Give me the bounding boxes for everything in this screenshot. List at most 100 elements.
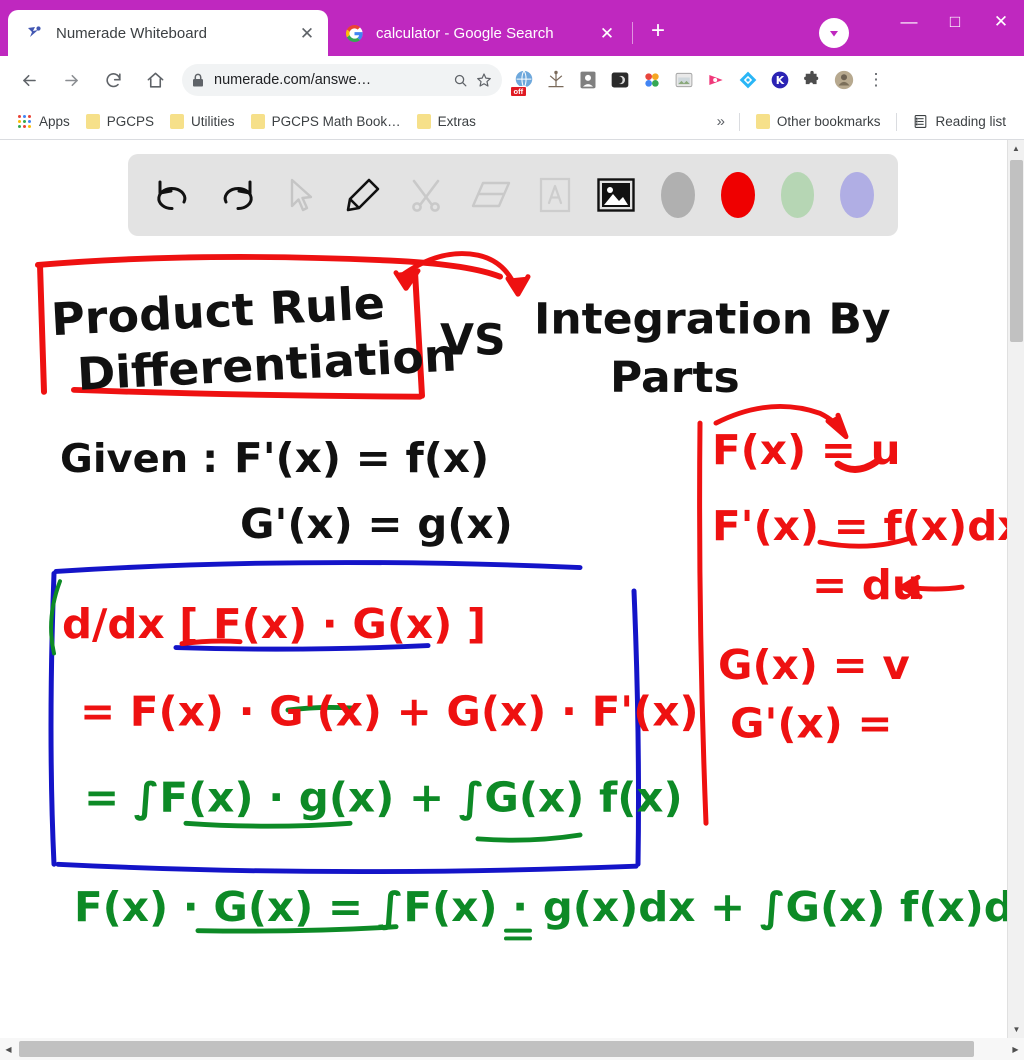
note-title-left-line1: Product Rule (50, 277, 386, 346)
reload-button[interactable] (97, 64, 129, 96)
home-button[interactable] (139, 64, 171, 96)
folder-icon (250, 114, 265, 129)
puzzle-piece-icon[interactable] (796, 64, 828, 96)
note-title-left-line2: Differentiation (76, 329, 458, 401)
play-arrow-icon[interactable] (700, 64, 732, 96)
horizontal-scrollbar-track[interactable] (17, 1038, 1007, 1060)
whiteboard-toolbar (128, 154, 898, 236)
user-avatar-icon[interactable] (828, 64, 860, 96)
bookmark-label: Extras (437, 114, 476, 129)
bookmark-other-bookmarks[interactable]: Other bookmarks (748, 111, 889, 132)
tab-title: calculator - Google Search (376, 24, 554, 42)
note-given-label: Given : (60, 436, 218, 481)
redo-icon[interactable] (218, 173, 258, 217)
tab-close-button[interactable]: ✕ (296, 22, 318, 44)
vertical-scrollbar-thumb[interactable] (1010, 160, 1023, 342)
eraser-icon[interactable] (470, 173, 512, 217)
bookmark-pgcps[interactable]: PGCPS (78, 111, 162, 132)
note-given-line2: G'(x) = g(x) (240, 500, 513, 548)
bookmark-label: PGCPS (106, 114, 155, 129)
new-tab-button[interactable]: + (641, 16, 675, 50)
scroll-up-button[interactable]: ▲ (1008, 140, 1024, 157)
three-dots-icon: ⋮ (867, 70, 885, 89)
tab-close-button[interactable]: ✕ (596, 22, 618, 44)
tab-strip: Numerade Whiteboard ✕ calculator - Googl… (0, 0, 1024, 56)
note-final-line: F(x) · G(x) = ∫F(x) · g(x)dx + ∫G(x) f(x… (74, 882, 1007, 930)
pointer-icon[interactable] (284, 173, 318, 217)
page-content: Product Rule Differentiation VS Integrat… (0, 140, 1024, 1060)
browser-menu-button[interactable]: ⋮ (860, 64, 892, 96)
browser-window: Numerade Whiteboard ✕ calculator - Googl… (0, 0, 1024, 1060)
screen-capture-icon[interactable] (572, 64, 604, 96)
close-window-button[interactable]: ✕ (978, 0, 1024, 44)
scroll-down-button[interactable]: ▼ (1008, 1021, 1024, 1038)
tab-numerade-whiteboard[interactable]: Numerade Whiteboard ✕ (8, 10, 328, 56)
window-controls: — □ ✕ (886, 0, 1024, 44)
divider (896, 112, 898, 131)
folder-icon (170, 114, 185, 129)
google-icon (344, 23, 364, 43)
star-icon[interactable] (476, 72, 492, 88)
folder-icon (416, 114, 431, 129)
horizontal-scrollbar[interactable]: ◀ ▶ (0, 1038, 1024, 1060)
reading-list-button[interactable]: Reading list (905, 111, 1014, 132)
folder-icon (755, 114, 770, 129)
bookmarks-overflow-button[interactable]: » (711, 113, 731, 130)
lock-icon (192, 73, 204, 87)
adblock-off-icon[interactable]: off (508, 64, 540, 97)
window-capture-icon[interactable] (668, 64, 700, 96)
bookmark-label: Utilities (191, 114, 235, 129)
antenna-icon[interactable] (540, 64, 572, 96)
color-swatch-purple[interactable] (840, 172, 875, 218)
svg-text:K: K (776, 74, 785, 87)
color-swatch-green[interactable] (780, 172, 815, 218)
search-icon[interactable] (453, 73, 468, 88)
vertical-scrollbar[interactable]: ▲ ▼ (1007, 140, 1024, 1038)
horizontal-scrollbar-thumb[interactable] (19, 1041, 974, 1057)
tab-calculator-google-search[interactable]: calculator - Google Search ✕ (328, 10, 628, 56)
note-boxed-line1: d/dx [ F(x) · G(x) ] (62, 599, 486, 647)
note-right-line4: G(x) = v (718, 640, 910, 688)
bookmark-extras[interactable]: Extras (409, 111, 484, 132)
folder-icon (85, 114, 100, 129)
pencil-icon[interactable] (344, 173, 382, 217)
note-right-line5: G'(x) = (730, 699, 893, 747)
note-right-line3: = du (812, 560, 922, 608)
bookmark-utilities[interactable]: Utilities (162, 111, 243, 132)
divider (738, 112, 740, 131)
note-title-right-line2: Parts (610, 353, 740, 402)
address-bar-url: numerade.com/answe… (214, 72, 372, 88)
forward-button[interactable] (55, 64, 87, 96)
bookmark-pgcps-math-book[interactable]: PGCPS Math Book… (243, 111, 409, 132)
note-boxed-line3: = ∫F(x) · g(x) + ∫G(x) f(x) (84, 773, 683, 821)
diamond-icon[interactable] (732, 64, 764, 96)
bookmark-label: PGCPS Math Book… (271, 114, 401, 129)
reading-list-icon (913, 114, 928, 129)
color-swatch-grey[interactable] (661, 172, 696, 218)
address-bar[interactable]: numerade.com/answe… (182, 64, 502, 96)
dark-reader-icon[interactable] (604, 64, 636, 96)
shapes-tools-icon[interactable] (408, 173, 444, 217)
browser-toolbar: numerade.com/answe… off K ⋮ (0, 56, 1024, 104)
maximize-button[interactable]: □ (932, 0, 978, 44)
bookmark-label: Other bookmarks (776, 114, 881, 129)
minimize-button[interactable]: — (886, 0, 932, 44)
extensions-bar: off K ⋮ (508, 64, 892, 97)
tab-title: Numerade Whiteboard (56, 24, 207, 42)
scroll-right-button[interactable]: ▶ (1007, 1038, 1024, 1060)
bookmarks-bar: Apps PGCPS Utilities PGCPS Math Book… Ex… (0, 104, 1024, 140)
whiteboard-canvas[interactable]: Product Rule Differentiation VS Integrat… (0, 140, 1007, 1038)
undo-icon[interactable] (152, 173, 192, 217)
image-icon[interactable] (597, 173, 636, 217)
scroll-left-button[interactable]: ◀ (0, 1038, 17, 1060)
handwriting-ink: Product Rule Differentiation VS Integrat… (35, 251, 1007, 941)
back-button[interactable] (13, 64, 45, 96)
text-icon[interactable] (538, 173, 572, 217)
four-dots-icon[interactable] (636, 64, 668, 96)
reading-list-label: Reading list (935, 114, 1006, 129)
color-swatch-red[interactable] (721, 172, 755, 218)
bookmark-apps[interactable]: Apps (10, 111, 78, 132)
profile-avatar[interactable] (819, 18, 849, 48)
note-title-right-line1: Integration By (534, 295, 891, 344)
kami-k-icon[interactable]: K (764, 64, 796, 96)
